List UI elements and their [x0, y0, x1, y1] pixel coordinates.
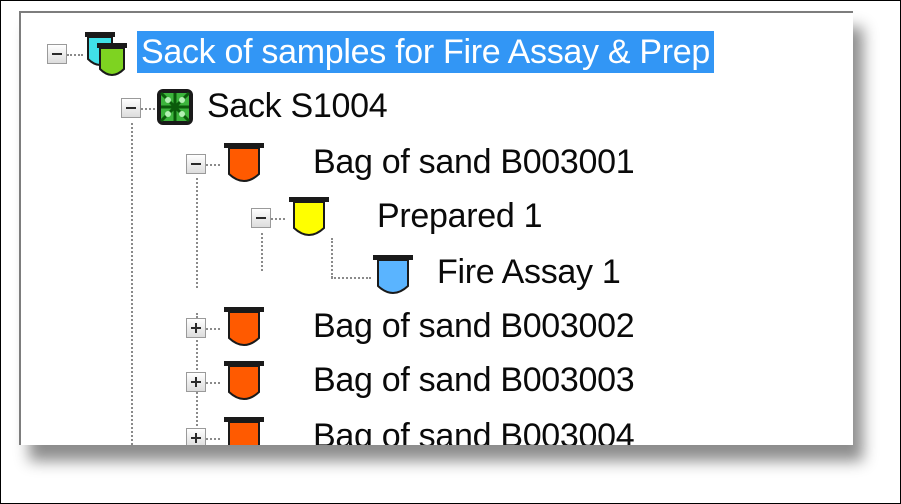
orange-tube-icon	[224, 417, 264, 445]
tree-node-label[interactable]: Fire Assay 1	[433, 251, 624, 293]
tree-node-bag[interactable]: Bag of sand B003001	[21, 137, 853, 191]
tree-node-label[interactable]: Bag of sand B003001	[309, 141, 638, 183]
sample-tree-view[interactable]: Sack of samples for Fire Assay & Prep Sa…	[19, 11, 853, 445]
sack-icon	[157, 89, 193, 125]
orange-tube-icon	[224, 361, 264, 400]
tree-node-label[interactable]: Sack S1004	[203, 85, 391, 127]
tree-node-prepared[interactable]: Prepared 1	[21, 191, 853, 245]
tree-node-label[interactable]: Bag of sand B003003	[309, 359, 638, 401]
expand-toggle[interactable]	[186, 428, 206, 445]
tree-node-bag[interactable]: Bag of sand B003002	[21, 301, 853, 355]
blue-tube-icon	[373, 255, 413, 294]
tree-node-bag[interactable]: Bag of sand B003004	[21, 411, 853, 445]
orange-tube-icon	[224, 307, 264, 346]
expand-toggle[interactable]	[186, 318, 206, 338]
tree-node-root[interactable]: Sack of samples for Fire Assay & Prep	[21, 27, 853, 81]
collapse-toggle[interactable]	[47, 44, 67, 64]
cyan-green-tube-icon	[85, 32, 127, 76]
collapse-toggle[interactable]	[121, 98, 141, 118]
tree-node-sack[interactable]: Sack S1004	[21, 81, 853, 135]
expand-toggle[interactable]	[186, 372, 206, 392]
collapse-toggle[interactable]	[251, 208, 271, 228]
tree-node-label[interactable]: Prepared 1	[373, 195, 546, 237]
collapse-toggle[interactable]	[186, 154, 206, 174]
orange-tube-icon	[224, 143, 264, 182]
tree-node-label[interactable]: Sack of samples for Fire Assay & Prep	[137, 31, 715, 73]
tree-node-bag[interactable]: Bag of sand B003003	[21, 355, 853, 409]
tree-node-label[interactable]: Bag of sand B003004	[309, 415, 638, 445]
tree-node-fire-assay[interactable]: Fire Assay 1	[21, 247, 853, 301]
tree-node-label[interactable]: Bag of sand B003002	[309, 305, 638, 347]
screenshot-frame: Sack of samples for Fire Assay & Prep Sa…	[0, 0, 901, 504]
yellow-tube-icon	[289, 197, 329, 236]
